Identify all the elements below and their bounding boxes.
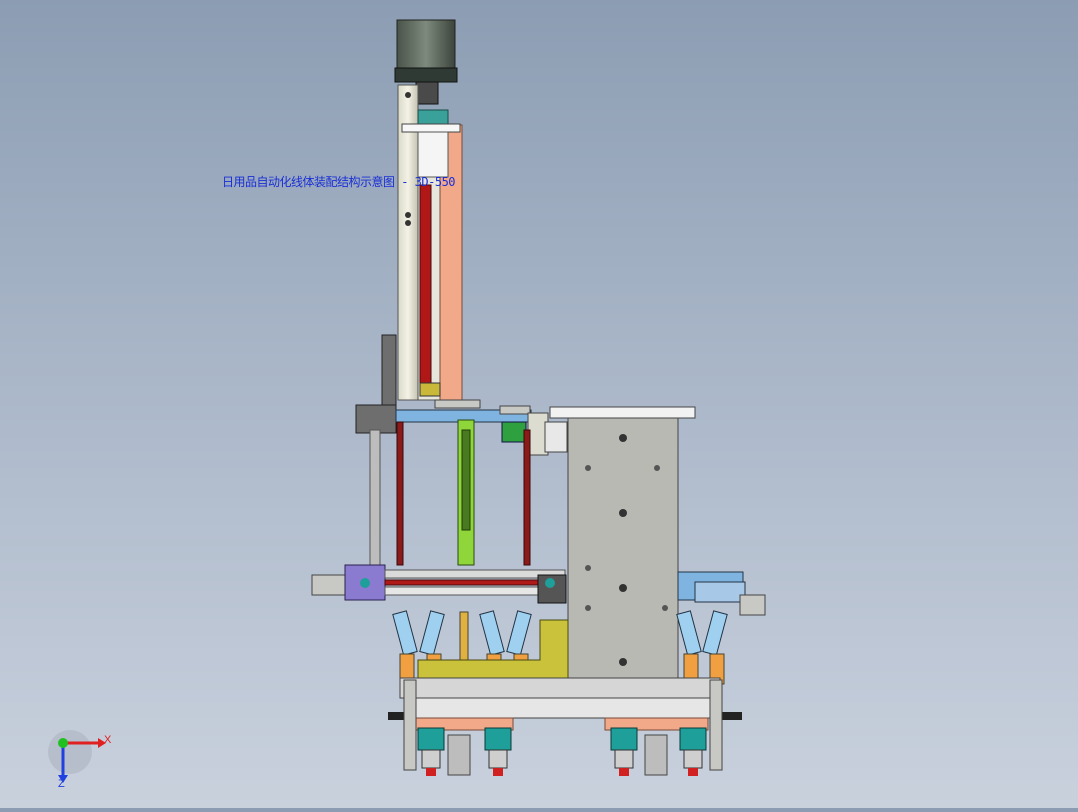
x-axis-label: X	[104, 734, 112, 746]
left-bracket	[355, 334, 397, 571]
z-axis-label: Z	[58, 778, 65, 790]
vertical-linear-module	[397, 84, 463, 401]
cad-viewport[interactable]: 日用品自动化线体装配结构示意图 - 3D-550 X Z	[0, 0, 1078, 808]
main-gray-plate	[567, 417, 679, 681]
center-cylinder	[457, 419, 475, 566]
middle-beam	[311, 564, 766, 616]
overlay-annotation-text: 日用品自动化线体装配结构示意图 - 3D-550	[222, 175, 456, 189]
bottom-cylinders	[417, 727, 707, 776]
cad-model	[48, 19, 766, 783]
axis-triad	[48, 730, 106, 783]
